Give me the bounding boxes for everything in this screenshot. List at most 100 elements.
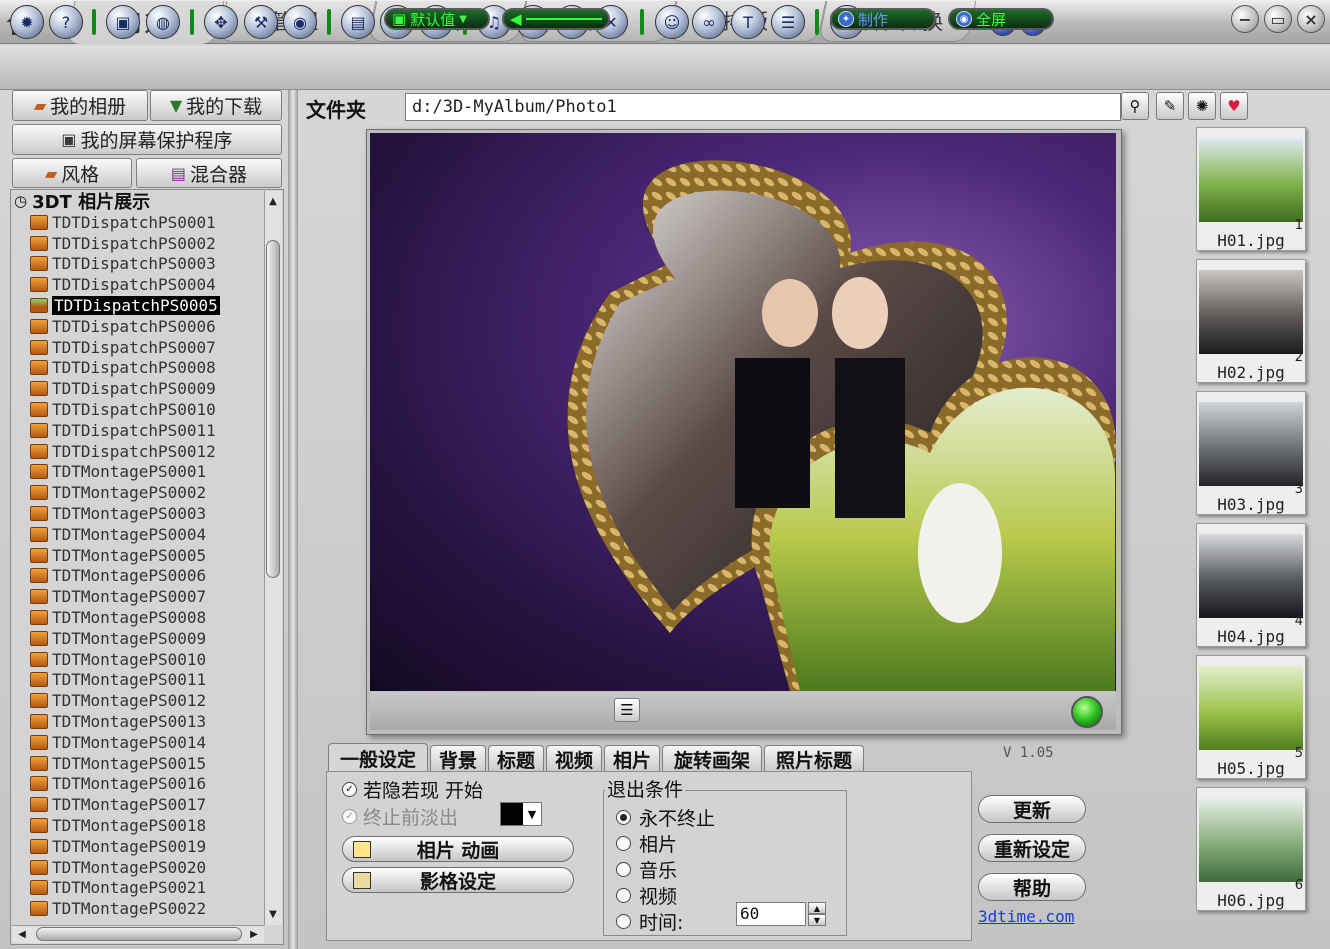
- tree-root[interactable]: ◷ 3DT 相片展示: [14, 190, 264, 213]
- favorite-button[interactable]: ♥: [1220, 92, 1248, 120]
- photo-thumbnail[interactable]: H03.jpg 3: [1196, 391, 1306, 515]
- tree-scroll-thumb[interactable]: [266, 240, 280, 578]
- exit-music-radio[interactable]: 音乐: [616, 856, 677, 883]
- tree-item[interactable]: TDTMontagePS0013: [30, 711, 262, 732]
- tree-item[interactable]: TDTMontagePS0004: [30, 524, 262, 545]
- tree-item[interactable]: TDTDispatchPS0009: [30, 378, 262, 399]
- panel-splitter[interactable]: [288, 90, 298, 949]
- tree-item[interactable]: TDTMontagePS0015: [30, 753, 262, 774]
- tree-item[interactable]: TDTMontagePS0009: [30, 628, 262, 649]
- tree-item[interactable]: TDTMontagePS0002: [30, 482, 262, 503]
- tab-rotating-easel[interactable]: 旋转画架: [662, 745, 762, 772]
- exit-never-radio[interactable]: 永不终止: [616, 804, 715, 831]
- play-button[interactable]: [1071, 696, 1103, 728]
- my-download-button[interactable]: ▼ 我的下载: [150, 90, 282, 121]
- film-icon[interactable]: ☰: [771, 5, 805, 39]
- list-button[interactable]: ☰: [614, 698, 640, 722]
- photo-animation-button[interactable]: 相片 动画: [342, 836, 574, 862]
- tab-style[interactable]: ▰ 风格: [12, 158, 132, 188]
- edit-button[interactable]: ✎: [1156, 92, 1184, 120]
- tree-item[interactable]: TDTMontagePS0014: [30, 732, 262, 753]
- tree-item[interactable]: TDTDispatchPS0001: [30, 212, 262, 233]
- tree-item[interactable]: TDTMontagePS0011: [30, 670, 262, 691]
- tree-item[interactable]: TDTDispatchPS0005: [30, 295, 262, 316]
- photo-thumbnail[interactable]: H01.jpg 1: [1196, 127, 1306, 251]
- minimize-button[interactable]: −: [1231, 5, 1259, 33]
- help-icon[interactable]: ?: [49, 5, 83, 39]
- tab-mixer[interactable]: ▤ 混合器: [136, 158, 282, 188]
- website-link[interactable]: 3dtime.com: [978, 907, 1074, 926]
- book-icon[interactable]: ▤: [341, 5, 375, 39]
- globe-icon[interactable]: ◍: [146, 5, 180, 39]
- tree-item[interactable]: TDTDispatchPS0012: [30, 441, 262, 462]
- tree-item[interactable]: TDTMontagePS0010: [30, 649, 262, 670]
- user-icon[interactable]: ☺: [655, 5, 689, 39]
- restore-button[interactable]: ▭: [1264, 5, 1292, 33]
- tree-item[interactable]: TDTMontagePS0019: [30, 836, 262, 857]
- tree-item[interactable]: TDTMontagePS0012: [30, 690, 262, 711]
- fade-in-checkbox[interactable]: ✓ 若隐若现 开始: [342, 776, 483, 803]
- screensaver-button[interactable]: ▣ 我的屏幕保护程序: [12, 124, 282, 155]
- frame-settings-button[interactable]: 影格设定: [342, 867, 574, 893]
- photo-thumbnail[interactable]: H04.jpg 4: [1196, 523, 1306, 647]
- update-button[interactable]: 更新: [978, 795, 1086, 823]
- tree-item[interactable]: TDTMontagePS0021: [30, 878, 262, 899]
- fade-out-checkbox[interactable]: ✓ 终止前淡出: [342, 803, 458, 830]
- tree-item[interactable]: TDTDispatchPS0004: [30, 274, 262, 295]
- scroll-down-arrow-icon[interactable]: ▼: [265, 906, 281, 922]
- photo-thumbnail[interactable]: H06.jpg 6: [1196, 787, 1306, 911]
- tab-general[interactable]: 一般设定: [328, 743, 428, 772]
- tree-item[interactable]: TDTDispatchPS0008: [30, 358, 262, 379]
- help-button[interactable]: 帮助: [978, 873, 1086, 901]
- tree-item[interactable]: TDTDispatchPS0002: [30, 233, 262, 254]
- time-down-button[interactable]: ▼: [808, 914, 826, 926]
- time-input[interactable]: 60: [736, 902, 806, 926]
- clean-button[interactable]: ✺: [1188, 92, 1216, 120]
- tree-item[interactable]: TDTDispatchPS0010: [30, 399, 262, 420]
- settings-icon[interactable]: ✹: [10, 5, 44, 39]
- camera-icon[interactable]: ◉: [283, 5, 317, 39]
- scroll-up-arrow-icon[interactable]: ▲: [265, 193, 281, 209]
- photo-thumbnail[interactable]: H05.jpg 5: [1196, 655, 1306, 779]
- time-up-button[interactable]: ▲: [808, 902, 826, 914]
- tree-item[interactable]: TDTMontagePS0001: [30, 462, 262, 483]
- fullscreen-button[interactable]: ◉ 全屏: [948, 8, 1054, 30]
- folder-path-input[interactable]: d:/3D-MyAlbum/Photo1: [405, 93, 1121, 121]
- volume-slider[interactable]: ◀: [502, 8, 610, 30]
- photo-thumbnail[interactable]: H02.jpg 2: [1196, 259, 1306, 383]
- tree-item[interactable]: TDTMontagePS0022: [30, 898, 262, 919]
- tree-hscroll-thumb[interactable]: [36, 927, 242, 941]
- tab-background[interactable]: 背景: [430, 745, 486, 772]
- tree-item[interactable]: TDTMontagePS0020: [30, 857, 262, 878]
- my-album-button[interactable]: ▰ 我的相册: [12, 90, 148, 121]
- album-box-icon[interactable]: ▣: [106, 5, 140, 39]
- tab-photo-title[interactable]: 照片标题: [764, 745, 864, 772]
- search-button[interactable]: ⚲: [1121, 92, 1149, 120]
- exit-video-radio[interactable]: 视频: [616, 882, 677, 909]
- scroll-left-arrow-icon[interactable]: ◀: [14, 927, 30, 941]
- close-button[interactable]: ×: [1297, 5, 1325, 33]
- tree-item[interactable]: TDTMontagePS0007: [30, 586, 262, 607]
- tree-item[interactable]: TDTMontagePS0016: [30, 774, 262, 795]
- text-icon[interactable]: T: [731, 5, 765, 39]
- tree-item[interactable]: TDTMontagePS0006: [30, 566, 262, 587]
- tree-item[interactable]: TDTDispatchPS0006: [30, 316, 262, 337]
- fade-color-picker[interactable]: ▼: [500, 802, 542, 826]
- tab-video[interactable]: 视频: [546, 745, 602, 772]
- exit-time-radio[interactable]: 时间:: [616, 908, 683, 935]
- tab-title[interactable]: 标题: [488, 745, 544, 772]
- tree-item[interactable]: TDTMontagePS0008: [30, 607, 262, 628]
- exit-photo-radio[interactable]: 相片: [616, 830, 677, 857]
- album-preview[interactable]: [370, 133, 1116, 691]
- make-button[interactable]: ✦ 制作: [830, 8, 936, 30]
- scroll-right-arrow-icon[interactable]: ▶: [246, 927, 262, 941]
- tree-item[interactable]: TDTMontagePS0018: [30, 815, 262, 836]
- tab-create[interactable]: 创建: [65, 1, 225, 44]
- tree-item[interactable]: TDTMontagePS0005: [30, 545, 262, 566]
- link-icon[interactable]: ∞: [692, 5, 726, 39]
- tree-item[interactable]: TDTDispatchPS0003: [30, 254, 262, 275]
- reset-button[interactable]: 重新设定: [978, 834, 1086, 862]
- tree-item[interactable]: TDTMontagePS0017: [30, 794, 262, 815]
- hammer-icon[interactable]: ⚒: [244, 5, 278, 39]
- transform-icon[interactable]: ✥: [204, 5, 238, 39]
